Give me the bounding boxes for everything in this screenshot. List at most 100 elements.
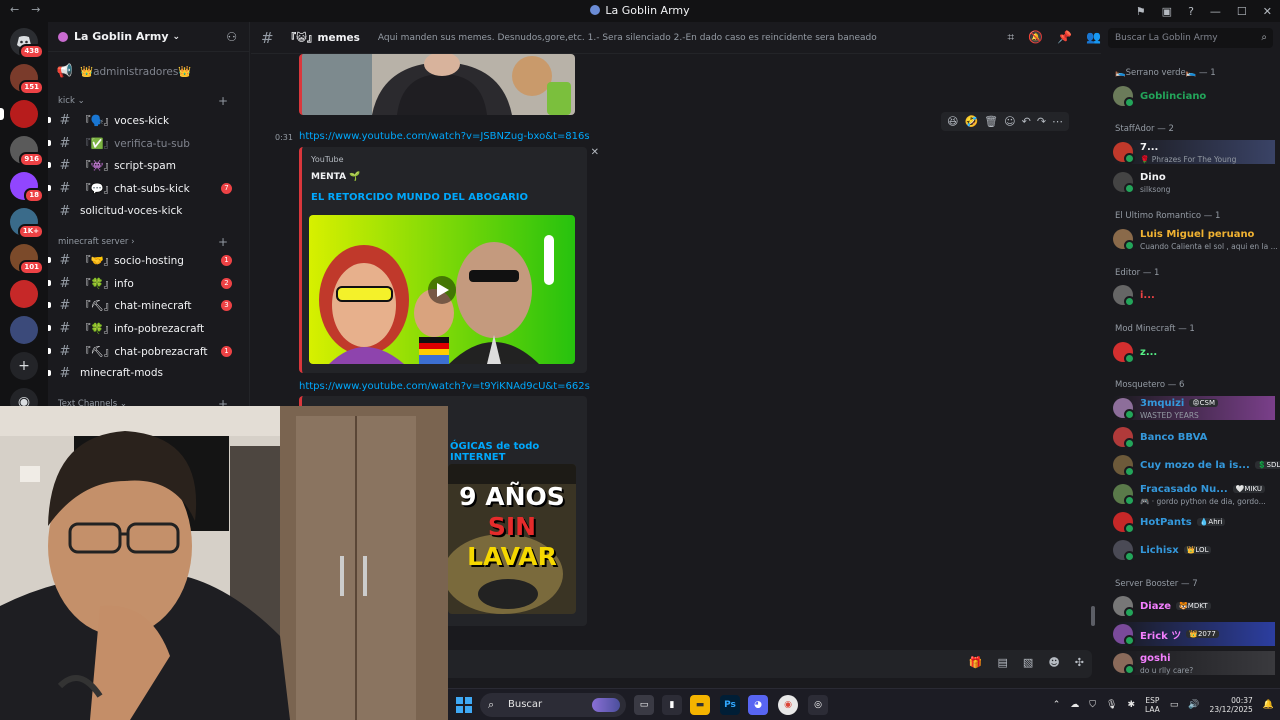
photoshop-icon[interactable]: Ps: [720, 695, 740, 715]
guild-header[interactable]: La Goblin Army ⌄ ⚇: [48, 22, 249, 52]
server-icon[interactable]: 1K+: [10, 208, 44, 239]
member-item[interactable]: Banco BBVA: [1113, 425, 1275, 449]
chrome-icon[interactable]: ◉: [778, 695, 798, 715]
member-item[interactable]: Dino silksong: [1113, 170, 1275, 194]
channel-verifica-tu-sub[interactable]: # 『✅』verifica-tu-sub: [48, 133, 242, 153]
task-view-icon[interactable]: ▭: [634, 695, 654, 715]
obs-icon[interactable]: ◎: [808, 695, 828, 715]
video-thumbnail-2[interactable]: 9 AÑOS SIN LAVAR: [448, 464, 576, 614]
onedrive-icon[interactable]: ☁: [1070, 700, 1079, 710]
server-icon-active[interactable]: [0, 100, 38, 128]
add-channel-icon[interactable]: +: [218, 94, 228, 108]
help-icon[interactable]: ?: [1188, 5, 1194, 18]
notification-bell-icon[interactable]: 🔕: [1028, 30, 1043, 45]
member-item[interactable]: Fracasado Nu... 🤍MIKU 🎮 · gordo python de …: [1113, 482, 1275, 506]
member-item[interactable]: 7... 🌹 Phrazes For The Young: [1113, 140, 1275, 164]
tray-chevron-icon[interactable]: ⌃: [1053, 700, 1061, 710]
sticker-icon[interactable]: ▧: [1023, 656, 1033, 669]
scrollbar[interactable]: [1091, 606, 1095, 626]
member-item[interactable]: Erick ツ 👑2077: [1113, 622, 1275, 646]
input-language[interactable]: ESP LAA: [1145, 696, 1160, 714]
channel-info-pobrezacraft[interactable]: # 『🍀』info-pobrezacraft: [48, 318, 242, 338]
threads-icon[interactable]: ⌗: [1007, 30, 1014, 45]
reply-icon[interactable]: ↶: [1022, 115, 1031, 128]
forward-icon[interactable]: ↷: [1037, 115, 1046, 128]
server-icon[interactable]: [10, 316, 38, 344]
close-window-icon[interactable]: ✕: [1263, 5, 1272, 18]
server-icon[interactable]: 101: [10, 244, 44, 275]
windows-start-icon[interactable]: [456, 697, 472, 713]
close-embed-icon[interactable]: ✕: [591, 147, 599, 158]
channel-solicitud-voces-kick[interactable]: # solicitud-voces-kick: [56, 201, 242, 221]
server-icon[interactable]: 151: [10, 64, 44, 95]
file-explorer-icon[interactable]: ▬: [690, 695, 710, 715]
server-icon[interactable]: 916: [10, 136, 44, 167]
add-server-icon[interactable]: +: [10, 352, 38, 380]
system-clock[interactable]: 00:37 23/12/2025: [1210, 696, 1253, 714]
bluetooth-icon[interactable]: ✱: [1127, 700, 1135, 710]
taskbar-search[interactable]: ⌕ Buscar: [480, 693, 626, 717]
member-item[interactable]: z...: [1113, 340, 1275, 364]
notifications-icon[interactable]: 🔔: [1263, 700, 1274, 710]
message-composer[interactable]: 🎁 ▤ ▧ ☻ ✣: [440, 650, 1092, 678]
direct-messages-icon[interactable]: 438: [10, 28, 44, 59]
add-reaction-icon[interactable]: ☺: [1004, 115, 1015, 128]
defender-icon[interactable]: ⛉: [1089, 700, 1096, 710]
member-item[interactable]: 3mquizi 😡CSM WASTED YEARS: [1113, 396, 1275, 420]
member-item[interactable]: i...: [1113, 283, 1275, 307]
member-list-icon[interactable]: 👥: [1086, 30, 1101, 45]
member-item[interactable]: Luis Miguel peruano Cuando Calienta el so…: [1113, 227, 1278, 251]
maximize-icon[interactable]: ☐: [1237, 5, 1247, 18]
channel-chat-minecraft[interactable]: # 『⛏』chat-minecraft 3: [48, 295, 242, 315]
meme-image[interactable]: [299, 54, 575, 115]
member-item[interactable]: Goblinciano: [1113, 84, 1275, 108]
search-input[interactable]: Buscar La Goblin Army ⌕: [1108, 28, 1273, 48]
channel-minecraft-mods[interactable]: # minecraft-mods: [48, 363, 242, 383]
terminal-icon[interactable]: ▮: [662, 695, 682, 715]
flag-icon[interactable]: ⚑: [1136, 5, 1146, 18]
back-arrow-icon[interactable]: ←: [10, 3, 19, 16]
add-channel-icon[interactable]: +: [218, 235, 228, 249]
embed-provider[interactable]: YouTube: [311, 155, 344, 164]
add-member-icon[interactable]: ⚇: [226, 30, 237, 44]
channel-voces-kick[interactable]: # 『🗣️』voces-kick: [48, 110, 242, 130]
channel-topic[interactable]: Aqui manden sus memes. Desnudos,gore,etc…: [378, 33, 998, 43]
more-options-icon[interactable]: ⋯: [1052, 115, 1063, 128]
video-thumbnail-1[interactable]: [309, 215, 575, 364]
microphone-icon[interactable]: 🎙: [1106, 700, 1117, 710]
member-item[interactable]: goshi do u rlly care?: [1113, 651, 1275, 675]
channel-info[interactable]: # 『🍀』info 2: [48, 273, 242, 293]
apps-icon[interactable]: ✣: [1075, 656, 1084, 669]
category-kick[interactable]: kick ⌄ +: [58, 94, 238, 108]
network-icon[interactable]: ▭: [1170, 700, 1179, 710]
reaction-emoji-icon[interactable]: 🤣: [964, 115, 978, 128]
reaction-emoji-icon[interactable]: 🗑: [984, 115, 998, 128]
embed-title[interactable]: ÓGICAS de todo INTERNET: [450, 441, 587, 463]
pin-icon[interactable]: 📌: [1057, 30, 1072, 45]
gif-icon[interactable]: ▤: [998, 656, 1008, 669]
channel-chat-subs-kick[interactable]: # 『💬』chat-subs-kick 7: [48, 178, 242, 198]
monitor-icon[interactable]: ▣: [1162, 5, 1172, 18]
member-item[interactable]: Cuy mozo de la is... 💲SDLG: [1113, 453, 1280, 477]
category-minecraft-server[interactable]: minecraft server › +: [58, 235, 238, 249]
minimize-icon[interactable]: —: [1210, 5, 1221, 18]
youtube-link-2[interactable]: https://www.youtube.com/watch?v=t9YiKNAd…: [299, 381, 590, 392]
member-item[interactable]: HotPants 💧Ahri: [1113, 510, 1275, 534]
channel-script-spam[interactable]: # 『👾』script-spam: [48, 155, 242, 175]
channel-administradores[interactable]: 📢 👑administradores👑: [56, 61, 242, 81]
discord-icon[interactable]: ◕: [748, 695, 768, 715]
reaction-emoji-icon[interactable]: 😆: [947, 115, 958, 128]
member-item[interactable]: Lichisx 👑LOL: [1113, 538, 1275, 562]
member-item[interactable]: Diaze 🐯MDKT: [1113, 594, 1275, 618]
volume-icon[interactable]: 🔊: [1188, 700, 1199, 710]
gift-icon[interactable]: 🎁: [969, 656, 983, 669]
emoji-icon[interactable]: ☻: [1048, 656, 1059, 669]
channel-socio-hosting[interactable]: # 『🤝』socio-hosting 1: [48, 250, 242, 270]
embed-title[interactable]: EL RETORCIDO MUNDO DEL ABOGARIO: [311, 192, 528, 203]
forward-arrow-icon[interactable]: →: [31, 3, 40, 16]
server-icon[interactable]: [10, 280, 38, 308]
channel-chat-pobrezacraft[interactable]: # 『⛏』chat-pobrezacraft 1: [48, 341, 242, 361]
youtube-link-1[interactable]: https://www.youtube.com/watch?v=JSBNZug-…: [299, 131, 590, 142]
embed-author[interactable]: MENTA 🌱: [311, 172, 360, 182]
server-icon[interactable]: 18: [10, 172, 44, 203]
